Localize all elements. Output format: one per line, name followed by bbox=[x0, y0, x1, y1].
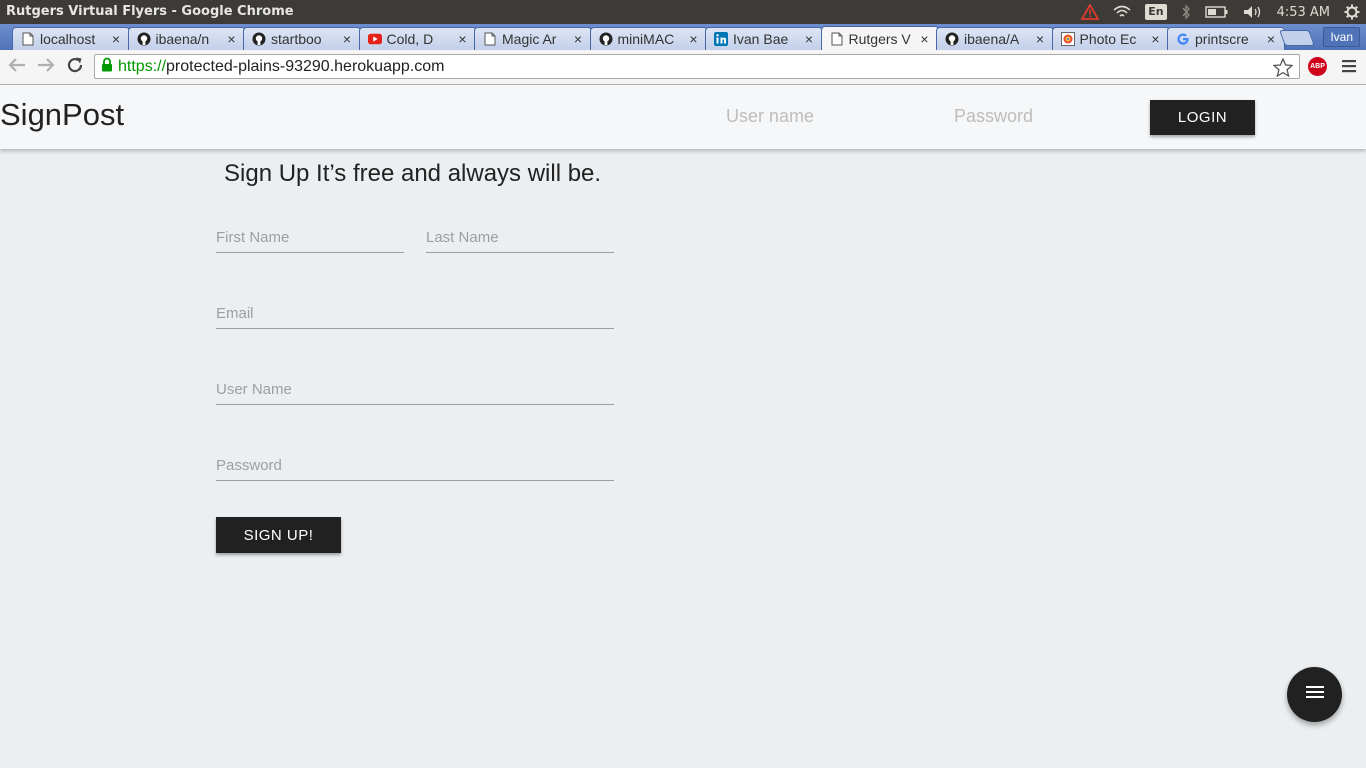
browser-tab-strip: localhost × ibaena/n × startboo × Cold, D × Magi… bbox=[0, 24, 1366, 50]
reload-button[interactable] bbox=[65, 57, 85, 77]
browser-tab[interactable]: startboo × bbox=[243, 27, 361, 50]
chrome-menu-button[interactable] bbox=[1341, 58, 1357, 78]
browser-tab-label: startboo bbox=[271, 31, 322, 47]
browser-tab-label: localhost bbox=[40, 31, 96, 47]
floating-menu-button[interactable] bbox=[1287, 667, 1342, 722]
browser-tab[interactable]: ibaena/n × bbox=[127, 27, 246, 50]
url-scheme: https:// bbox=[118, 57, 167, 75]
browser-tab-label: Ivan Bae bbox=[733, 31, 789, 47]
wifi-icon[interactable] bbox=[1113, 5, 1131, 19]
tab-close-icon[interactable]: × bbox=[1264, 31, 1278, 47]
browser-tab-label: printscre bbox=[1195, 31, 1249, 47]
browser-tab-label: Magic Ar bbox=[502, 31, 557, 47]
first-name-field[interactable] bbox=[216, 222, 404, 253]
site-header: SignPost LOGIN bbox=[0, 85, 1366, 149]
github-icon bbox=[252, 32, 266, 46]
page-icon bbox=[483, 32, 497, 46]
bookmark-star-icon[interactable] bbox=[1272, 57, 1294, 82]
browser-tab[interactable]: localhost × bbox=[12, 27, 130, 50]
signup-heading: Sign Up It’s free and always will be. bbox=[224, 160, 602, 187]
tab-close-icon[interactable]: × bbox=[1149, 31, 1163, 47]
window-title: Rutgers Virtual Flyers - Google Chrome bbox=[6, 4, 294, 19]
browser-tab[interactable]: Ivan Bae × bbox=[705, 27, 823, 50]
lock-icon[interactable] bbox=[101, 57, 113, 77]
tab-close-icon[interactable]: × bbox=[109, 31, 123, 47]
login-button[interactable]: LOGIN bbox=[1150, 100, 1255, 135]
github-icon bbox=[137, 32, 151, 46]
url-host: protected-plains-93290.herokuapp.com bbox=[166, 57, 445, 75]
volume-icon[interactable] bbox=[1243, 5, 1263, 19]
browser-tab-label: ibaena/n bbox=[155, 31, 210, 47]
keyboard-language-indicator[interactable]: En bbox=[1145, 4, 1167, 20]
youtube-icon bbox=[367, 32, 382, 46]
github-icon bbox=[945, 32, 959, 46]
back-button[interactable] bbox=[7, 57, 27, 77]
bluetooth-icon[interactable] bbox=[1181, 4, 1191, 20]
site-brand[interactable]: SignPost bbox=[0, 97, 124, 133]
password-field[interactable] bbox=[216, 450, 614, 481]
back-arrow-icon bbox=[8, 57, 26, 77]
tab-close-icon[interactable]: × bbox=[802, 31, 816, 47]
tab-close-icon[interactable]: × bbox=[918, 31, 932, 47]
hamburger-menu-icon bbox=[1341, 59, 1357, 78]
page-icon bbox=[21, 32, 35, 46]
browser-tab[interactable]: Cold, D × bbox=[358, 27, 477, 50]
browser-tab[interactable]: Magic Ar × bbox=[474, 27, 592, 50]
adblock-extension-icon[interactable]: ABP bbox=[1308, 57, 1327, 76]
menu-icon bbox=[1305, 685, 1324, 704]
browser-tab-label: miniMAC bbox=[617, 31, 675, 47]
page-icon bbox=[830, 32, 844, 46]
tab-close-icon[interactable]: × bbox=[687, 31, 701, 47]
browser-tab-label: Cold, D bbox=[386, 31, 434, 47]
browser-tab[interactable]: miniMAC × bbox=[589, 27, 708, 50]
linkedin-icon bbox=[714, 32, 728, 46]
reload-icon bbox=[66, 56, 84, 78]
browser-tab[interactable]: printscre × bbox=[1167, 27, 1285, 50]
battery-icon[interactable] bbox=[1204, 6, 1229, 18]
email-field[interactable] bbox=[216, 298, 614, 329]
browser-tab-label: Photo Ec bbox=[1079, 31, 1137, 47]
last-name-field[interactable] bbox=[426, 222, 614, 253]
header-password-input[interactable] bbox=[952, 105, 1136, 128]
tab-close-icon[interactable]: × bbox=[225, 31, 239, 47]
username-field[interactable] bbox=[216, 374, 614, 405]
system-tray: En 4:53 AM bbox=[1081, 2, 1360, 22]
browser-toolbar: https://protected-plains-93290.herokuapp… bbox=[0, 50, 1366, 85]
web-page: SignPost LOGIN Sign Up It’s free and alw… bbox=[0, 85, 1366, 768]
tab-close-icon[interactable]: × bbox=[456, 31, 470, 47]
tab-close-icon[interactable]: × bbox=[571, 31, 585, 47]
google-icon bbox=[1176, 32, 1190, 46]
profile-button[interactable]: Ivan bbox=[1323, 27, 1360, 47]
browser-tab-label: Rutgers V bbox=[848, 30, 911, 47]
warning-icon[interactable] bbox=[1081, 4, 1100, 20]
photo-editor-icon bbox=[1060, 32, 1075, 46]
clock[interactable]: 4:53 AM bbox=[1277, 5, 1330, 20]
os-top-bar: Rutgers Virtual Flyers - Google Chrome E… bbox=[0, 0, 1366, 24]
browser-tab[interactable]: Photo Ec × bbox=[1051, 27, 1170, 50]
signup-button[interactable]: SIGN UP! bbox=[216, 517, 341, 553]
tab-close-icon[interactable]: × bbox=[340, 31, 354, 47]
github-icon bbox=[599, 32, 613, 46]
forward-arrow-icon bbox=[37, 57, 55, 77]
browser-tab[interactable]: Rutgers V × bbox=[820, 26, 939, 50]
settings-gear-icon[interactable] bbox=[1344, 4, 1360, 20]
address-bar[interactable]: https://protected-plains-93290.herokuapp… bbox=[94, 54, 1300, 79]
new-tab-button[interactable] bbox=[1279, 30, 1315, 46]
tab-close-icon[interactable]: × bbox=[1033, 31, 1047, 47]
forward-button[interactable] bbox=[36, 57, 56, 77]
browser-tab[interactable]: ibaena/A × bbox=[936, 27, 1054, 50]
header-username-input[interactable] bbox=[724, 105, 908, 128]
browser-tab-label: ibaena/A bbox=[964, 31, 1020, 47]
